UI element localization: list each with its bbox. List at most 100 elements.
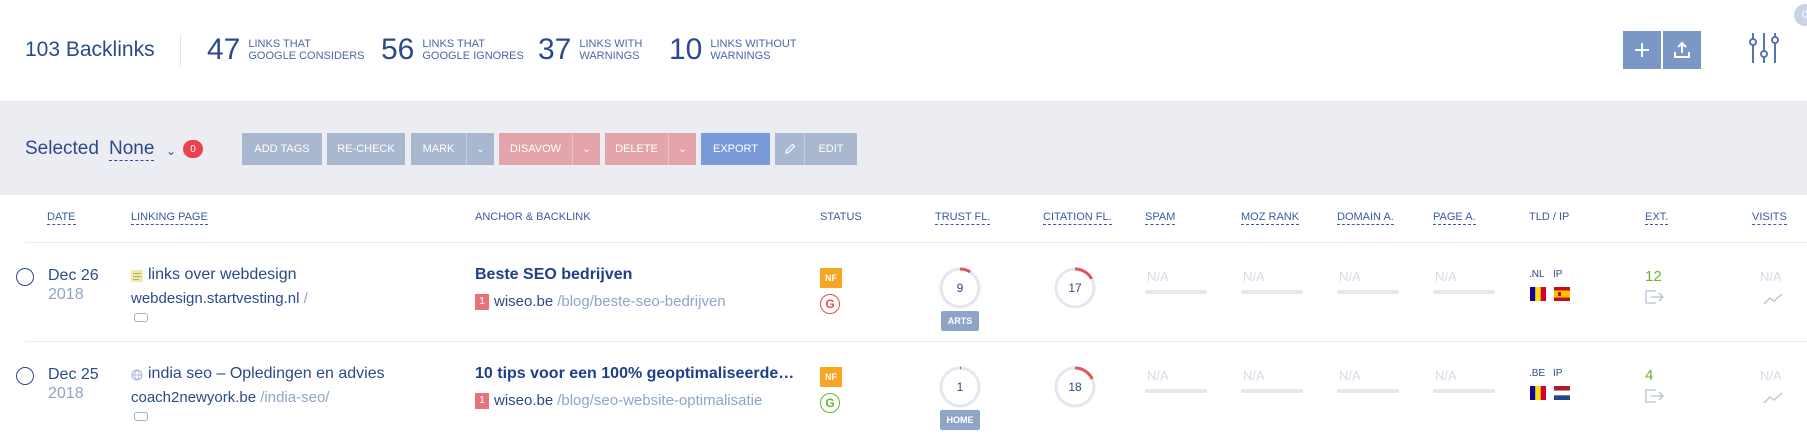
col-external[interactable]: EXT.: [1645, 211, 1669, 225]
linking-page-title[interactable]: india seo – Opledingen en advies: [131, 365, 385, 383]
link-count-badge: 1: [475, 392, 489, 409]
moz-rank-value: N/A: [1243, 368, 1265, 383]
citation-flow-gauge: 18: [1053, 365, 1097, 409]
page-path: /india-seo/: [256, 389, 330, 406]
spain-flag-icon: [1554, 287, 1570, 301]
row-divider: [25, 341, 1807, 342]
col-spam[interactable]: SPAM: [1145, 211, 1176, 225]
backlink-url[interactable]: 1 wiseo.be /blog/seo-website-optimalisat…: [475, 392, 762, 409]
export-button[interactable]: EXPORT: [701, 133, 770, 165]
stat-google-ignores[interactable]: 56 LINKS THAT GOOGLE IGNORES: [381, 32, 542, 68]
col-citation-flow[interactable]: CITATION FL.: [1043, 211, 1112, 225]
moz-rank-value: N/A: [1243, 269, 1265, 284]
add-backlink-button[interactable]: [1623, 31, 1661, 69]
linking-page-title[interactable]: links over webdesign: [131, 266, 297, 284]
col-page-authority[interactable]: PAGE A.: [1433, 211, 1476, 225]
header-divider: [25, 242, 1807, 243]
link-domain: wiseo.be: [494, 293, 554, 310]
backlink-url[interactable]: 1 wiseo.be /blog/beste-seo-bedrijven: [475, 293, 726, 310]
ip-label: IP: [1553, 368, 1563, 379]
trend-chart-icon[interactable]: [1763, 293, 1783, 305]
delete-button[interactable]: DELETE ⌄: [605, 133, 696, 165]
tag-icon[interactable]: [134, 313, 148, 322]
nofollow-badge: NF: [820, 367, 842, 387]
chevron-down-icon[interactable]: ⌄: [572, 133, 600, 165]
chevron-down-icon[interactable]: ⌄: [166, 144, 176, 158]
col-linking-page[interactable]: LINKING PAGE: [131, 211, 208, 225]
stat-value: 47: [207, 33, 241, 66]
edit-button[interactable]: EDIT: [775, 133, 857, 165]
col-status: STATUS: [820, 211, 862, 223]
ip-label: IP: [1553, 269, 1563, 280]
date-year: 2018: [48, 385, 84, 402]
topic-tag: ARTS: [941, 311, 979, 331]
page-path: /: [299, 290, 308, 307]
citation-flow-value: 17: [1068, 281, 1082, 295]
visits-value: N/A: [1760, 269, 1782, 284]
page-authority-value: N/A: [1435, 269, 1457, 284]
row-select-radio[interactable]: [16, 268, 34, 286]
chevron-down-icon[interactable]: ⌄: [668, 133, 696, 165]
recheck-button[interactable]: RE-CHECK: [327, 133, 405, 165]
row-select-radio[interactable]: [16, 367, 34, 385]
tag-icon[interactable]: [134, 412, 148, 421]
spam-value: N/A: [1147, 368, 1169, 383]
google-icon: G: [820, 294, 840, 314]
stat-label: LINKS THAT GOOGLE CONSIDERS: [248, 38, 365, 62]
domain-authority-value: N/A: [1339, 368, 1361, 383]
tld-label: .BE: [1529, 368, 1546, 379]
selection-dropdown[interactable]: None: [109, 138, 155, 161]
linking-page-url[interactable]: coach2newyork.be /india-seo/: [131, 389, 329, 406]
tld-label: .NL: [1529, 269, 1545, 280]
pencil-icon: [775, 133, 805, 165]
stat-google-considers[interactable]: 47 LINKS THAT GOOGLE CONSIDERS: [207, 32, 368, 68]
mark-button[interactable]: MARK ⌄: [411, 133, 494, 165]
disavow-button[interactable]: DISAVOW ⌄: [499, 133, 600, 165]
page-authority-value: N/A: [1435, 368, 1457, 383]
stat-value: 10: [669, 33, 703, 66]
chevron-down-icon[interactable]: ⌄: [466, 133, 494, 165]
page-authority-bar: [1433, 389, 1495, 393]
page-title-text: links over webdesign: [148, 266, 297, 283]
page-domain: webdesign.startvesting.nl: [131, 290, 300, 307]
page-domain: coach2newyork.be: [131, 389, 257, 406]
col-domain-authority[interactable]: DOMAIN A.: [1337, 211, 1394, 225]
upload-icon: [1674, 41, 1690, 58]
trust-flow-value: 1: [956, 380, 964, 394]
col-trust-flow[interactable]: TRUST FL.: [935, 211, 991, 225]
netherlands-flag-icon: [1554, 386, 1570, 400]
nofollow-badge: NF: [820, 268, 842, 288]
link-domain: wiseo.be: [494, 392, 554, 409]
col-moz-rank[interactable]: MOZ RANK: [1241, 211, 1300, 225]
edit-label: EDIT: [818, 143, 844, 155]
external-link-icon[interactable]: [1645, 290, 1665, 304]
anchor-text: Beste SEO bedrijven: [475, 266, 633, 283]
citation-flow-value: 18: [1068, 380, 1082, 394]
google-icon: G: [820, 393, 840, 413]
link-count-badge: 1: [475, 293, 489, 310]
globe-icon: [131, 368, 143, 381]
link-path: /blog/beste-seo-bedrijven: [557, 293, 726, 310]
stat-label: LINKS THAT GOOGLE IGNORES: [422, 38, 524, 62]
stat-label: LINKS WITHOUT WARNINGS: [710, 38, 797, 62]
selected-label: Selected: [25, 138, 99, 159]
trust-flow-value: 9: [956, 281, 964, 295]
add-tags-button[interactable]: ADD TAGS: [242, 133, 322, 165]
external-link-icon[interactable]: [1645, 389, 1665, 403]
delete-label: DELETE: [615, 143, 658, 155]
upload-button[interactable]: [1663, 31, 1701, 69]
stat-without-warnings[interactable]: 10 LINKS WITHOUT WARNINGS: [669, 32, 830, 68]
filters-icon[interactable]: [1747, 30, 1781, 66]
domain-authority-bar: [1337, 389, 1399, 393]
date-day: Dec 26: [48, 267, 99, 284]
trust-flow-gauge: 1: [938, 365, 982, 409]
spam-bar: [1145, 290, 1207, 294]
trend-chart-icon[interactable]: [1763, 392, 1783, 404]
col-visits[interactable]: VISITS: [1752, 211, 1787, 225]
col-date[interactable]: DATE: [47, 211, 76, 225]
stat-value: 56: [381, 33, 415, 66]
moz-rank-bar: [1241, 389, 1303, 393]
spam-value: N/A: [1147, 269, 1169, 284]
linking-page-url[interactable]: webdesign.startvesting.nl /: [131, 290, 308, 307]
external-links-count: 4: [1645, 367, 1654, 384]
